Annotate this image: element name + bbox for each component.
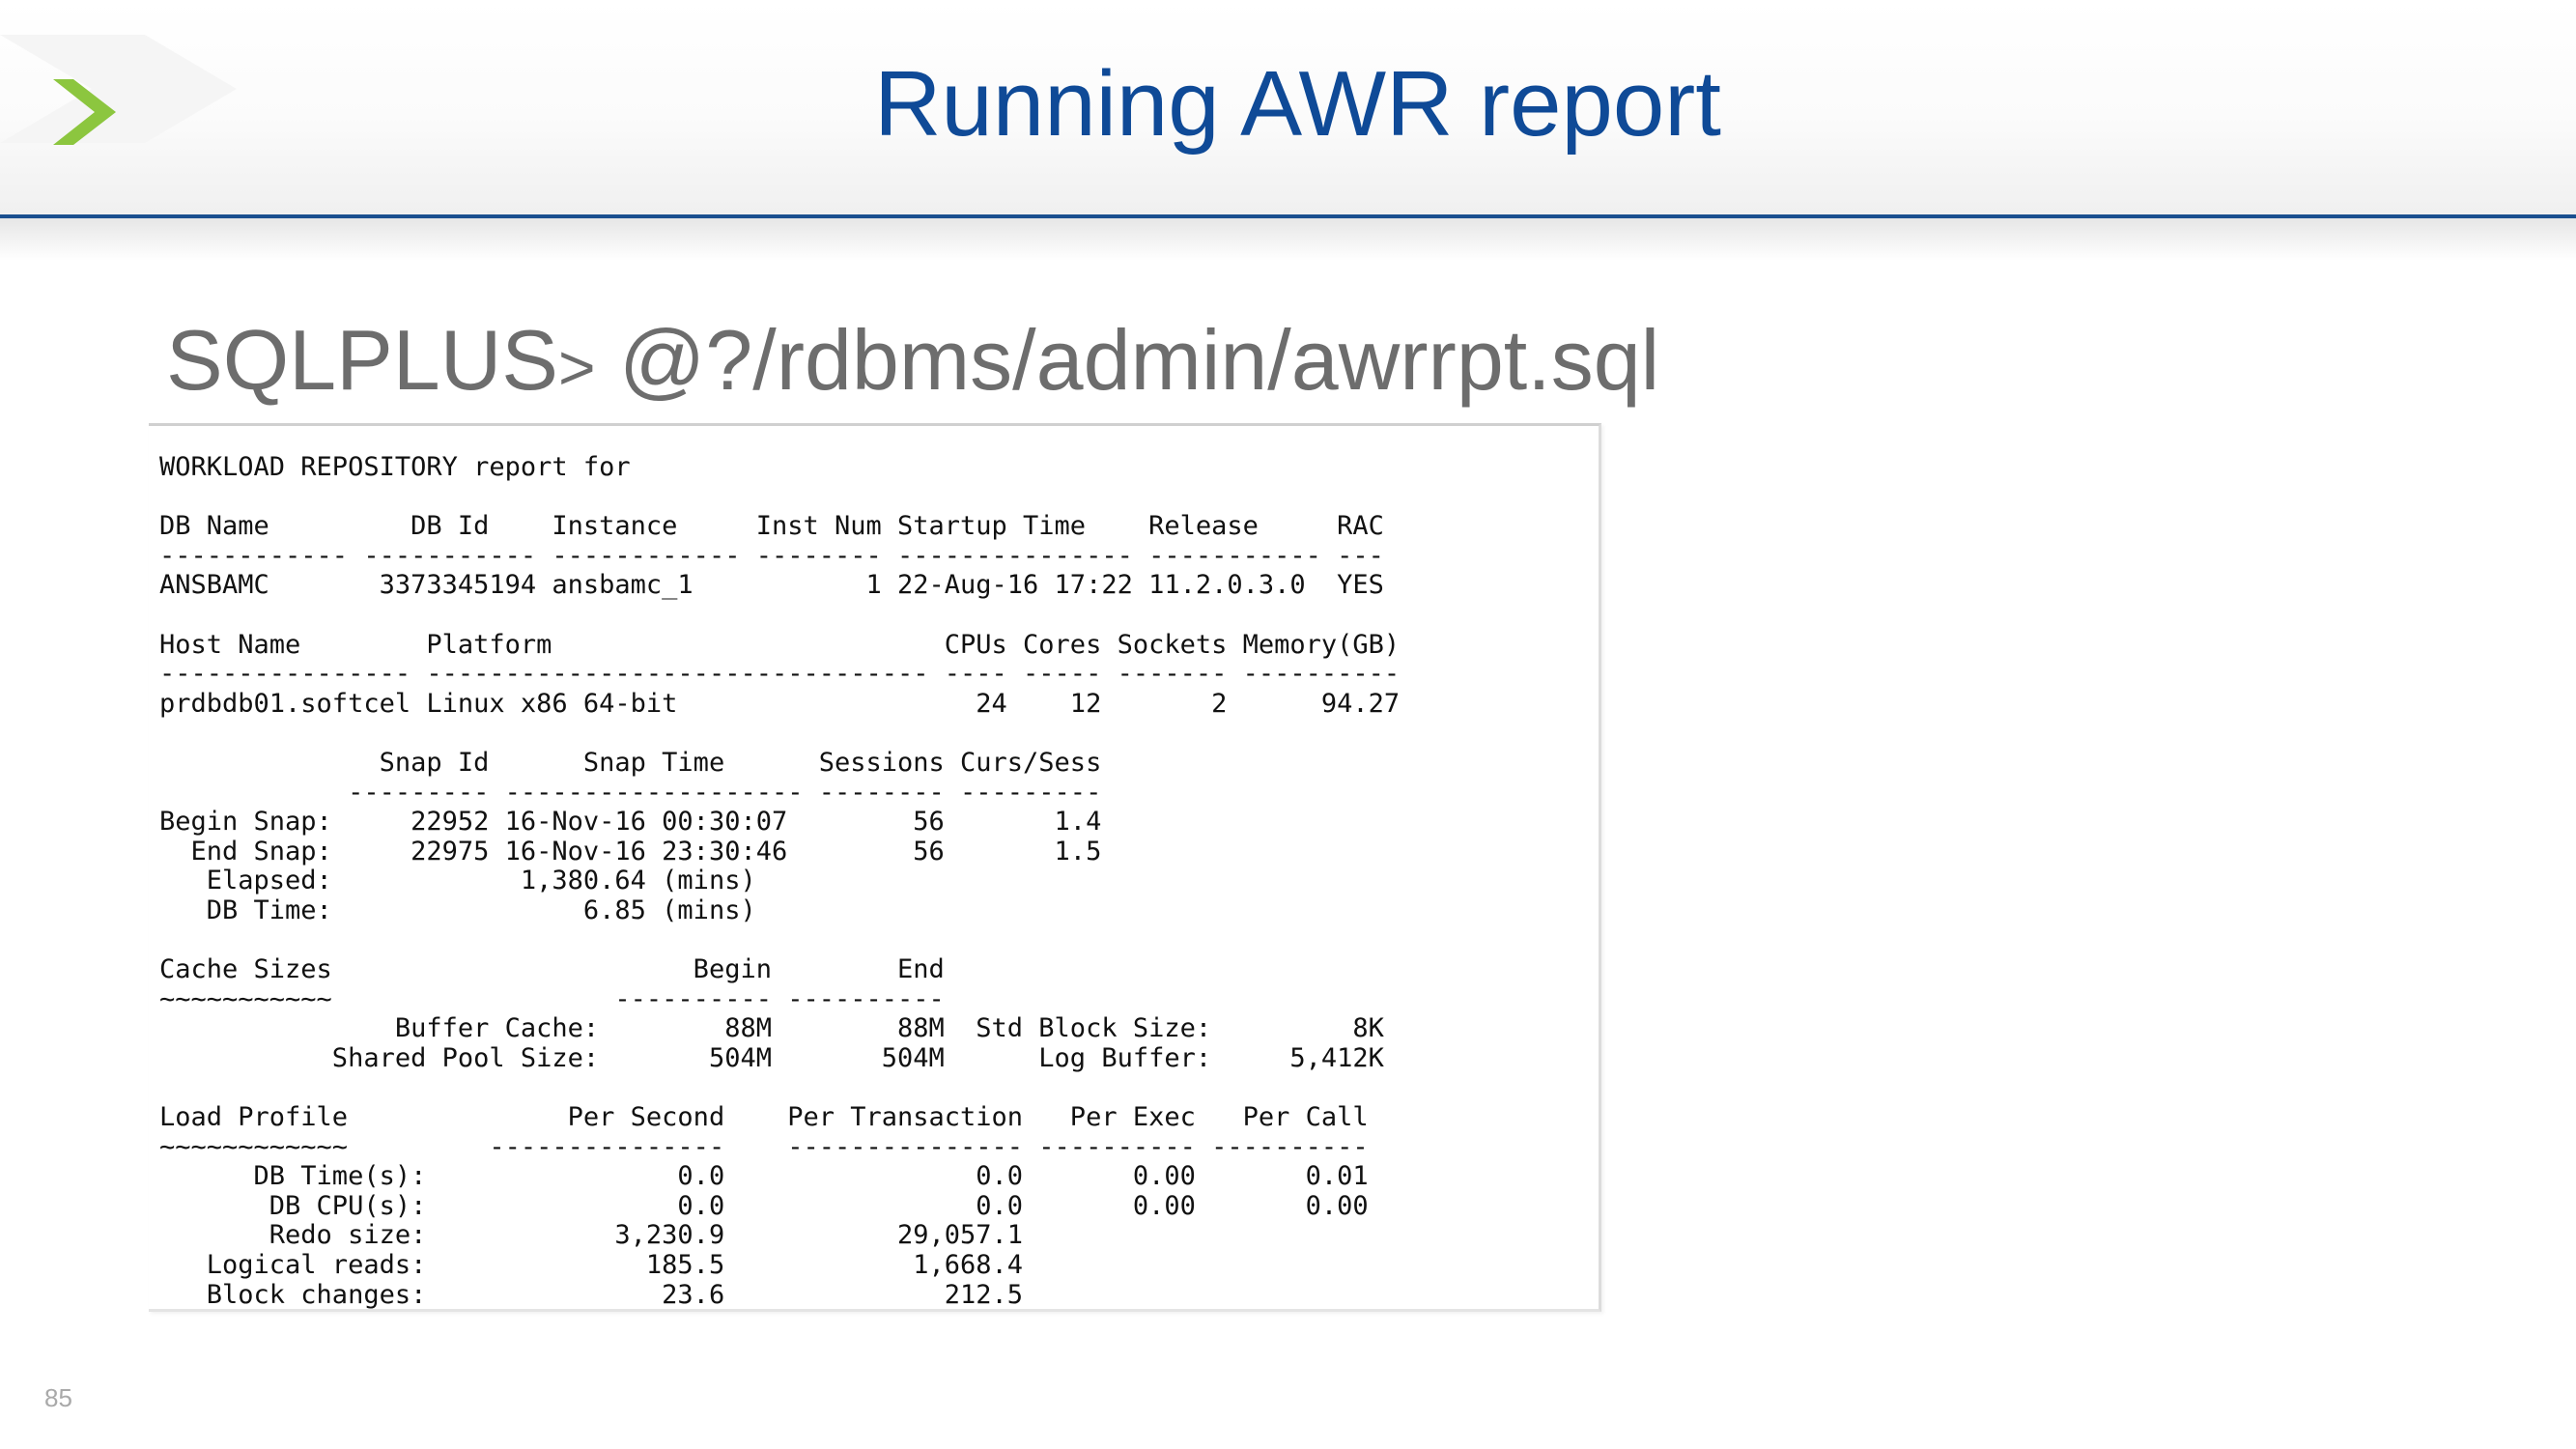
report-line: ------------ ----------- ------------ --… (159, 540, 1384, 571)
report-line: Begin Snap: 22952 16-Nov-16 00:30:07 56 … (159, 807, 1102, 838)
report-line: DB Name DB Id Instance Inst Num Startup … (159, 511, 1384, 542)
report-line: Host Name Platform CPUs Cores Sockets Me… (159, 629, 1401, 660)
slide-title: Running AWR report (874, 52, 1721, 156)
report-line: prdbdb01.softcel Linux x86 64-bit 24 12 … (159, 688, 1401, 719)
page-number: 85 (44, 1383, 72, 1412)
awr-report-text: WORKLOAD REPOSITORY report for DB Name D… (159, 452, 1401, 1310)
report-line: End Snap: 22975 16-Nov-16 23:30:46 56 1.… (159, 836, 1102, 867)
report-line: WORKLOAD REPOSITORY report for (159, 452, 631, 482)
report-line: Buffer Cache: 88M 88M Std Block Size: 8K (159, 1013, 1384, 1044)
report-line: Redo size: 3,230.9 29,057.1 (159, 1220, 1024, 1251)
sqlplus-command: SQLPLUS> @?/rdbms/admin/awrrpt.sql (166, 307, 1659, 420)
report-line: ~~~~~~~~~~~ ---------- ---------- (159, 983, 945, 1014)
command-prompt: > (557, 331, 596, 403)
command-prefix: SQLPLUS (166, 312, 558, 408)
report-line: Cache Sizes Begin End (159, 954, 945, 985)
report-line: DB Time(s): 0.0 0.0 0.00 0.01 (159, 1161, 1369, 1192)
report-line: Load Profile Per Second Per Transaction … (159, 1102, 1369, 1133)
report-line: Elapsed: 1,380.64 (mins) (159, 866, 756, 896)
report-line: Shared Pool Size: 504M 504M Log Buffer: … (159, 1042, 1384, 1073)
report-line: Block changes: 23.6 212.5 (159, 1279, 1024, 1310)
report-line: --------- ------------------- -------- -… (159, 777, 1102, 808)
report-line: DB Time: 6.85 (mins) (159, 895, 756, 925)
report-line: ---------------- -----------------------… (159, 659, 1401, 690)
report-line: Snap Id Snap Time Sessions Curs/Sess (159, 747, 1102, 778)
report-line: ANSBAMC 3373345194 ansbamc_1 1 22-Aug-16… (159, 570, 1384, 601)
header-shadow (0, 218, 2576, 261)
report-line: Logical reads: 185.5 1,668.4 (159, 1250, 1024, 1281)
command-text: @?/rdbms/admin/awrrpt.sql (595, 312, 1660, 408)
report-line: ~~~~~~~~~~~~ --------------- -----------… (159, 1131, 1369, 1162)
report-line: DB CPU(s): 0.0 0.0 0.00 0.00 (159, 1190, 1369, 1221)
awr-report-screenshot: WORKLOAD REPOSITORY report for DB Name D… (149, 423, 1601, 1312)
